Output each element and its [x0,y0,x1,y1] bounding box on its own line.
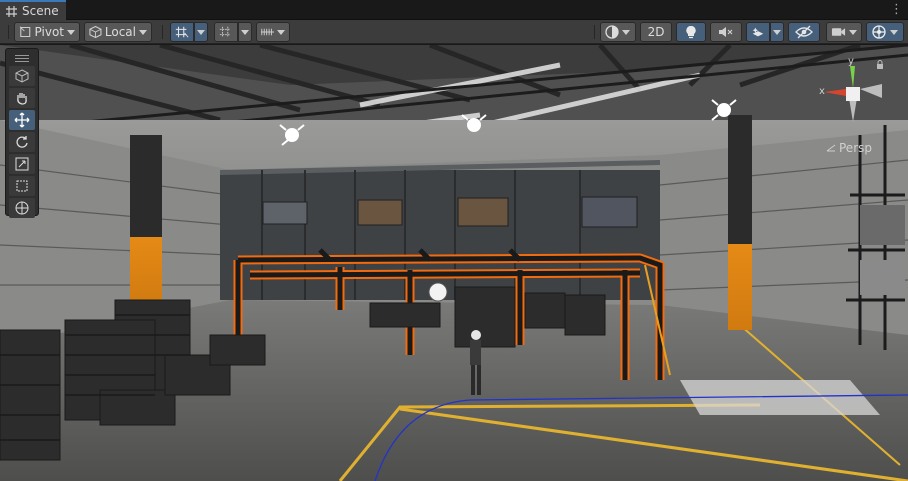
grid-visibility-toggle[interactable] [214,22,238,42]
rect-tool-icon[interactable] [9,176,35,196]
chevron-down-icon [890,29,898,35]
camera-icon [831,28,846,36]
office-window [581,196,638,228]
increment-snap-button[interactable] [256,22,290,42]
gizmos-icon [872,25,886,39]
visibility-icon [795,25,813,39]
scene-tab-bar: Scene ⋮ [0,0,908,20]
toolbar-separator [162,25,163,39]
pivot-icon [19,26,31,38]
neg-y-axis-cone[interactable] [849,98,857,122]
gizmo-center-cube[interactable] [846,87,860,101]
effects-icon [752,27,764,37]
local-dropdown[interactable]: Local [84,22,152,42]
axis-x-label: x [819,86,825,97]
pillar [130,135,162,305]
pillar [728,115,752,330]
grid-snap-dropdown[interactable] [194,22,208,42]
grid-icon [6,5,17,17]
audio-icon [719,27,733,37]
hand-tool-icon[interactable] [9,88,35,108]
camera-settings-dropdown[interactable] [826,22,862,42]
gizmos-dropdown[interactable] [866,22,904,42]
palette-grip[interactable] [9,52,35,64]
chevron-down-icon [849,29,857,35]
chevron-down-icon [67,29,75,35]
scale-tool-icon[interactable] [9,154,35,174]
perspective-icon [826,144,836,152]
chevron-down-icon [197,29,205,35]
office-window [357,199,403,226]
visibility-toggle[interactable] [788,22,820,42]
grid-visibility-icon [219,26,231,38]
grid-visibility-dropdown[interactable] [238,22,252,42]
scene-viewport[interactable] [0,45,908,481]
office-block [220,170,660,300]
chevron-down-icon [241,29,249,35]
audio-toggle[interactable] [710,22,742,42]
toolbar-grip [8,25,9,39]
rotate-tool-icon[interactable] [9,132,35,152]
chevron-down-icon [139,29,147,35]
scene-toolbar: Pivot Local 2D [0,20,908,44]
chevron-down-icon [277,29,285,35]
projection-label: Persp [839,141,872,155]
office-window [262,201,308,225]
probe-gizmo-icon[interactable] [428,282,448,302]
move-tool-icon[interactable] [9,110,35,130]
y-axis-cone[interactable] [850,66,855,88]
toolbar-separator [594,25,595,39]
local-label: Local [104,25,136,39]
rack-boxes [860,205,905,245]
chevron-down-icon [773,29,781,35]
lock-icon[interactable] [876,60,884,70]
lighting-icon [686,25,696,39]
grid-snap-icon [175,26,189,38]
projection-toggle[interactable]: Persp [826,141,872,155]
increment-snap-icon [261,28,274,36]
x-axis-cone[interactable] [824,89,846,96]
office-window [457,197,509,227]
grid-snap-toggle[interactable] [170,22,194,42]
local-space-icon [89,25,102,39]
mode-2d-label: 2D [647,25,665,39]
scene-tab-label: Scene [22,4,59,18]
scene-tab[interactable]: Scene [0,0,66,20]
shading-mode-icon [605,25,619,39]
effects-toggle[interactable] [746,22,770,42]
warehouse-scene [0,45,908,481]
effects-dropdown[interactable] [770,22,784,42]
transform-tool-icon[interactable] [9,198,35,218]
view-cube-icon[interactable] [9,66,35,86]
neg-x-axis-cone[interactable] [860,84,882,98]
chevron-down-icon [622,29,630,35]
kebab-menu-icon[interactable]: ⋮ [890,2,903,17]
tool-palette [5,48,39,218]
pivot-dropdown[interactable]: Pivot [14,22,80,42]
shading-mode-dropdown[interactable] [600,22,636,42]
pivot-label: Pivot [34,25,64,39]
mode-2d-toggle[interactable]: 2D [640,22,672,42]
lighting-toggle[interactable] [676,22,706,42]
rack-boxes [860,260,905,295]
axis-y-label: y [848,56,854,67]
